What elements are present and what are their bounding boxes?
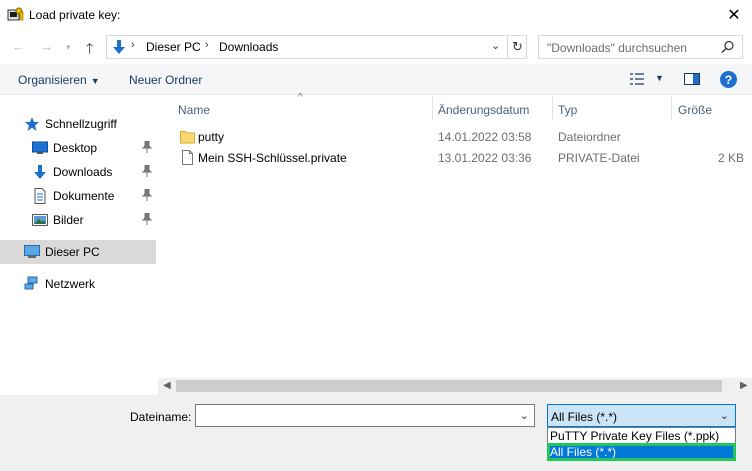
refresh-button[interactable]: ↻: [507, 35, 527, 59]
address-dropdown-chevron-icon[interactable]: ⌄: [491, 39, 500, 52]
column-divider[interactable]: [671, 96, 672, 121]
sidebar-item-label: Desktop: [53, 141, 98, 155]
file-name: putty: [198, 130, 225, 144]
chevron-down-icon: ⌄: [719, 410, 729, 422]
command-toolbar: Organisieren ▼ Neuer Ordner ▼ ?: [0, 64, 752, 95]
file-date: 13.01.2022 03:36: [438, 151, 532, 165]
filetype-select[interactable]: All Files (*.*) ⌄: [547, 404, 736, 427]
sidebar-item-label: Schnellzugriff: [45, 117, 117, 131]
putty-key-icon: [7, 7, 24, 21]
search-placeholder: "Downloads" durchsuchen: [547, 41, 687, 55]
file-list: ^ Name Änderungsdatum Typ Größe putty 14…: [158, 92, 752, 378]
column-divider[interactable]: [432, 96, 433, 121]
preview-pane-icon[interactable]: [684, 73, 700, 85]
help-icon[interactable]: ?: [720, 71, 737, 88]
folder-icon: [180, 131, 195, 144]
organize-label: Organisieren: [18, 73, 87, 87]
pin-icon[interactable]: [142, 189, 152, 201]
file-type: PRIVATE-Datei: [558, 151, 640, 165]
file-icon: [182, 150, 193, 165]
download-arrow-icon: [113, 40, 125, 54]
sidebar-item-label: Dokumente: [53, 189, 115, 203]
sidebar-item-this-pc[interactable]: Dieser PC: [0, 240, 156, 264]
column-header-name[interactable]: Name: [178, 96, 210, 121]
file-size: 2 KB: [717, 151, 744, 165]
sidebar-item-label: Dieser PC: [45, 245, 100, 259]
back-arrow-icon[interactable]: ←: [12, 39, 25, 54]
search-icon: [721, 40, 734, 53]
search-input[interactable]: "Downloads" durchsuchen: [538, 35, 743, 59]
title-bar: Load private key: ✕: [0, 0, 752, 30]
close-button[interactable]: ✕: [716, 0, 752, 30]
sidebar-item-network[interactable]: Netzwerk: [0, 272, 156, 296]
new-folder-button[interactable]: Neuer Ordner: [129, 73, 202, 87]
navigation-pane: Schnellzugriff Desktop Downloads Dokumen…: [0, 96, 157, 378]
view-details-icon[interactable]: [630, 73, 644, 85]
column-header-date[interactable]: Änderungsdatum: [438, 96, 529, 121]
horizontal-scrollbar[interactable]: ◀ ▶: [158, 378, 752, 395]
pin-icon[interactable]: [142, 165, 152, 177]
file-type: Dateiordner: [558, 130, 621, 144]
sidebar-item-label: Netzwerk: [45, 277, 96, 291]
computer-icon: [24, 245, 40, 258]
scroll-right-icon[interactable]: ▶: [740, 380, 748, 391]
filename-label: Dateiname:: [130, 410, 192, 424]
navigation-bar: ← → ▾ 🡑 › Dieser PC › Downloads ⌄ ↻ "Dow…: [0, 30, 752, 64]
scrollbar-thumb[interactable]: [176, 380, 722, 392]
dialog-footer: Dateiname: ⌄ All Files (*.*) ⌄ PuTTY Pri…: [0, 395, 752, 471]
recent-locations-chevron-icon[interactable]: ▾: [66, 42, 71, 53]
filename-input[interactable]: ⌄: [195, 404, 535, 427]
scroll-left-icon[interactable]: ◀: [163, 380, 171, 391]
view-options-chevron-icon[interactable]: ▼: [655, 73, 664, 83]
organize-button[interactable]: Organisieren ▼: [18, 73, 100, 87]
sidebar-item-documents[interactable]: Dokumente: [0, 184, 156, 208]
breadcrumb-separator-icon: ›: [131, 39, 135, 51]
table-row[interactable]: putty 14.01.2022 03:58 Dateiordner: [158, 126, 752, 147]
network-icon: [24, 276, 38, 290]
sidebar-item-quick-access[interactable]: Schnellzugriff: [0, 112, 156, 136]
breadcrumb-separator-icon: ›: [205, 39, 209, 51]
column-divider[interactable]: [552, 96, 553, 121]
address-bar[interactable]: › Dieser PC › Downloads ⌄ ↻: [106, 35, 527, 59]
chevron-down-icon[interactable]: ⌄: [520, 409, 529, 422]
download-arrow-icon: [34, 165, 46, 179]
pin-icon[interactable]: [142, 141, 152, 153]
file-name: Mein SSH-Schlüssel.private: [198, 151, 347, 165]
forward-arrow-icon[interactable]: →: [40, 39, 53, 54]
column-header-size[interactable]: Größe: [678, 96, 712, 121]
breadcrumb-downloads[interactable]: Downloads: [219, 40, 278, 54]
desktop-icon: [32, 141, 48, 154]
window-title: Load private key:: [29, 8, 121, 22]
star-icon: [25, 117, 39, 131]
sidebar-item-label: Downloads: [53, 165, 113, 179]
pictures-icon: [32, 214, 48, 226]
breadcrumb-this-pc[interactable]: Dieser PC: [146, 40, 201, 54]
close-icon: ✕: [727, 7, 741, 24]
table-row[interactable]: Mein SSH-Schlüssel.private 13.01.2022 03…: [158, 147, 752, 168]
file-date: 14.01.2022 03:58: [438, 130, 532, 144]
column-header-type[interactable]: Typ: [558, 96, 577, 121]
document-icon: [34, 188, 46, 204]
chevron-down-icon: ▼: [90, 76, 100, 86]
sidebar-item-pictures[interactable]: Bilder: [0, 208, 156, 232]
up-arrow-icon[interactable]: 🡑: [86, 38, 93, 62]
filetype-option-all-files[interactable]: All Files (*.*): [547, 443, 736, 461]
sidebar-item-label: Bilder: [53, 213, 84, 227]
filetype-option-ppk[interactable]: PuTTY Private Key Files (*.ppk): [548, 428, 735, 444]
filetype-dropdown-list: PuTTY Private Key Files (*.ppk) All File…: [547, 427, 736, 461]
refresh-icon: ↻: [512, 39, 523, 54]
filetype-selected-value: All Files (*.*): [551, 410, 618, 424]
sidebar-item-downloads[interactable]: Downloads: [0, 160, 156, 184]
pin-icon[interactable]: [142, 213, 152, 225]
sort-ascending-icon: ^: [298, 92, 303, 103]
sidebar-item-desktop[interactable]: Desktop: [0, 136, 156, 160]
